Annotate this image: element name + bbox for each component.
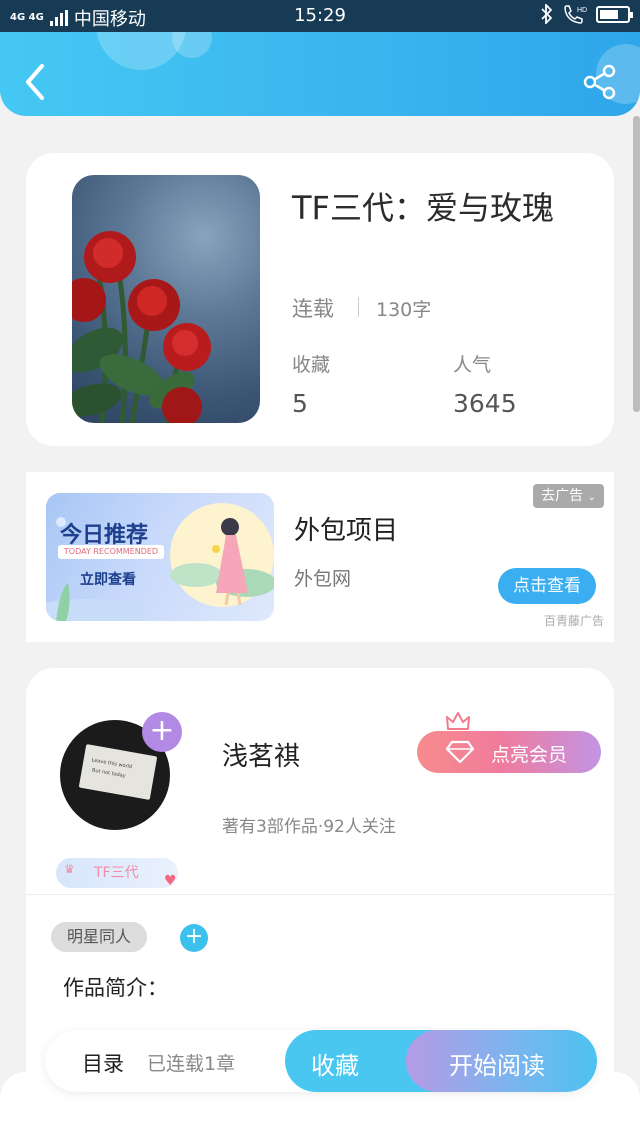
svg-text:HD: HD [577, 7, 587, 14]
toc-status: 已连载1章 [147, 1053, 236, 1075]
chevron-down-icon: ⌄ [587, 492, 596, 503]
book-title: TF三代：爱与玫瑰 [292, 189, 554, 227]
start-reading-button[interactable]: 开始阅读 [406, 1030, 597, 1092]
bluetooth-icon [541, 4, 553, 24]
vip-label: 点亮会员 [491, 744, 568, 766]
ad-source-label: 百青藤广告 [543, 614, 604, 628]
ad-title: 外包项目 [294, 516, 399, 546]
book-info-card: TF三代：爱与玫瑰 连载 130字 收藏 5 人气 3645 [26, 153, 614, 446]
plus-icon: + [149, 713, 175, 748]
header: 4G 4G 中国移动 15:29 HD [0, 0, 640, 116]
intro-label: 作品简介： [63, 976, 168, 1000]
chevron-left-icon [26, 64, 44, 100]
add-tag-button[interactable]: + [180, 924, 208, 952]
book-status: 连载 [292, 297, 334, 321]
crown-icon [446, 712, 470, 730]
heart-icon: ♥ [164, 873, 177, 889]
author-name: 浅茗祺 [222, 742, 301, 772]
category-tag[interactable]: 明星同人 [51, 922, 147, 952]
vip-button[interactable]: 点亮会员 [417, 731, 601, 773]
hd-call-icon: HD [564, 5, 587, 24]
status-bar: 4G 4G 中国移动 15:29 HD [0, 0, 640, 32]
favorites-value: 5 [292, 389, 308, 418]
section-divider [26, 894, 614, 895]
crown-icon: ♛ [64, 862, 75, 876]
book-detail-page: 4G 4G 中国移动 15:29 HD TF三代：爱与玫瑰 连载 130字 收藏… [0, 0, 640, 1138]
battery-icon [596, 5, 633, 23]
author-stats: 著有3部作品·92人关注 [222, 817, 396, 837]
status-right: HD [540, 4, 633, 24]
ad-banner-cta: 立即查看 [80, 572, 136, 588]
toc-button[interactable]: 目录 [82, 1048, 124, 1078]
scrollbar[interactable] [633, 116, 640, 412]
remove-ad-button[interactable]: 去广告 ⌄ [533, 484, 604, 508]
ad-banner-subtitle: TODAY RECOMMENDED [58, 545, 164, 559]
share-icon [583, 64, 616, 100]
favorites-label: 收藏 [292, 354, 331, 376]
follow-author-button[interactable]: + [142, 712, 182, 752]
fan-tag: ♛ ♥ TF三代 [56, 858, 178, 889]
book-cover[interactable] [72, 175, 260, 423]
fan-tag-label: TF三代 [94, 865, 139, 881]
share-button[interactable] [582, 64, 618, 100]
avatar-paper: Leave this world But not today [78, 744, 158, 800]
meta-divider [358, 297, 359, 317]
ad-subtitle: 外包网 [294, 568, 352, 590]
popularity-label: 人气 [453, 354, 492, 376]
ad-banner[interactable]: 今日推荐 TODAY RECOMMENDED 立即查看 [46, 493, 274, 621]
popularity-value: 3645 [453, 389, 517, 418]
collect-label: 收藏 [311, 1052, 359, 1080]
plus-icon: + [184, 924, 204, 949]
ad-card[interactable]: 今日推荐 TODAY RECOMMENDED 立即查看 外包项目 外包网 去广告… [26, 472, 614, 642]
start-reading-label: 开始阅读 [449, 1052, 545, 1080]
roses-illustration [72, 231, 211, 423]
book-word-count: 130字 [376, 299, 432, 321]
remove-ad-label: 去广告 [541, 488, 584, 504]
back-button[interactable] [20, 62, 52, 102]
ad-cta-button[interactable]: 点击查看 [498, 568, 596, 604]
diamond-icon [445, 740, 475, 764]
bottom-action-bar: 目录 已连载1章 收藏 开始阅读 [45, 1030, 597, 1092]
